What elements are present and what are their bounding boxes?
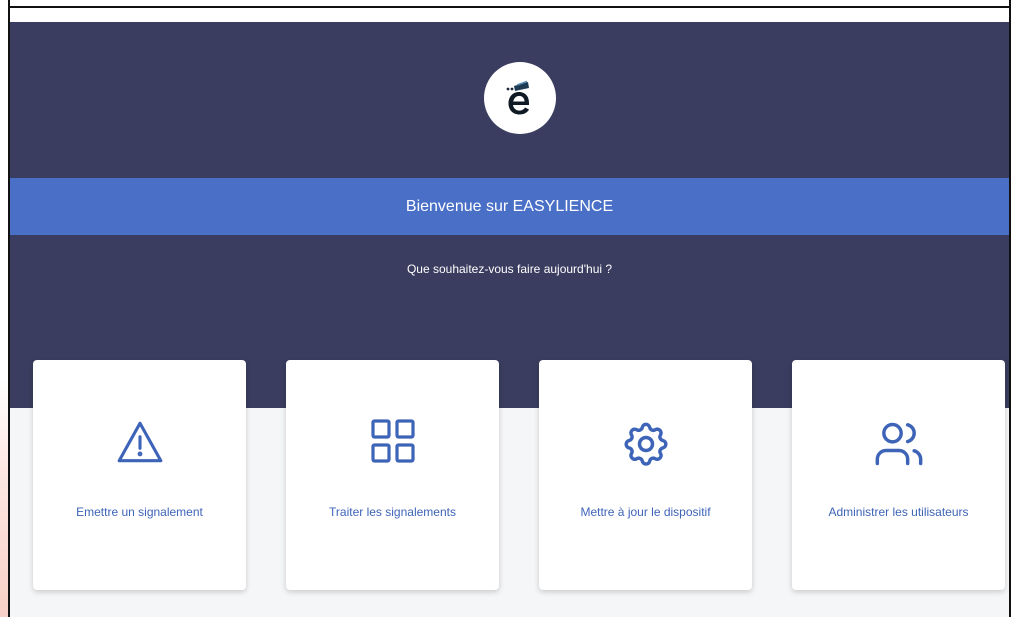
action-card-label: Traiter les signalements (329, 505, 456, 519)
action-card-process[interactable]: Traiter les signalements (286, 360, 499, 590)
action-card-update[interactable]: Mettre à jour le dispositif (539, 360, 752, 590)
app-window: Bienvenue sur EASYLIENCE Que souhaitez-v… (0, 0, 1011, 617)
welcome-banner: Bienvenue sur EASYLIENCE (10, 178, 1009, 235)
background-decoration (0, 380, 8, 617)
app-logo (484, 62, 556, 134)
welcome-subtitle: Que souhaitez-vous faire aujourd'hui ? (406, 262, 613, 276)
action-card-admin-users[interactable]: Administrer les utilisateurs (792, 360, 1005, 590)
action-card-report[interactable]: Emettre un signalement (33, 360, 246, 590)
welcome-title: Bienvenue sur EASYLIENCE (405, 197, 614, 215)
users-icon (792, 418, 1005, 474)
window-top-border (8, 6, 1011, 8)
grid-icon (286, 418, 499, 474)
gear-icon (539, 418, 752, 474)
action-card-label: Emettre un signalement (76, 505, 203, 519)
action-card-label: Mettre à jour le dispositif (580, 505, 711, 519)
action-card-label: Administrer les utilisateurs (828, 505, 969, 519)
easylience-logo-icon (506, 80, 529, 115)
warning-triangle-icon (33, 418, 246, 474)
